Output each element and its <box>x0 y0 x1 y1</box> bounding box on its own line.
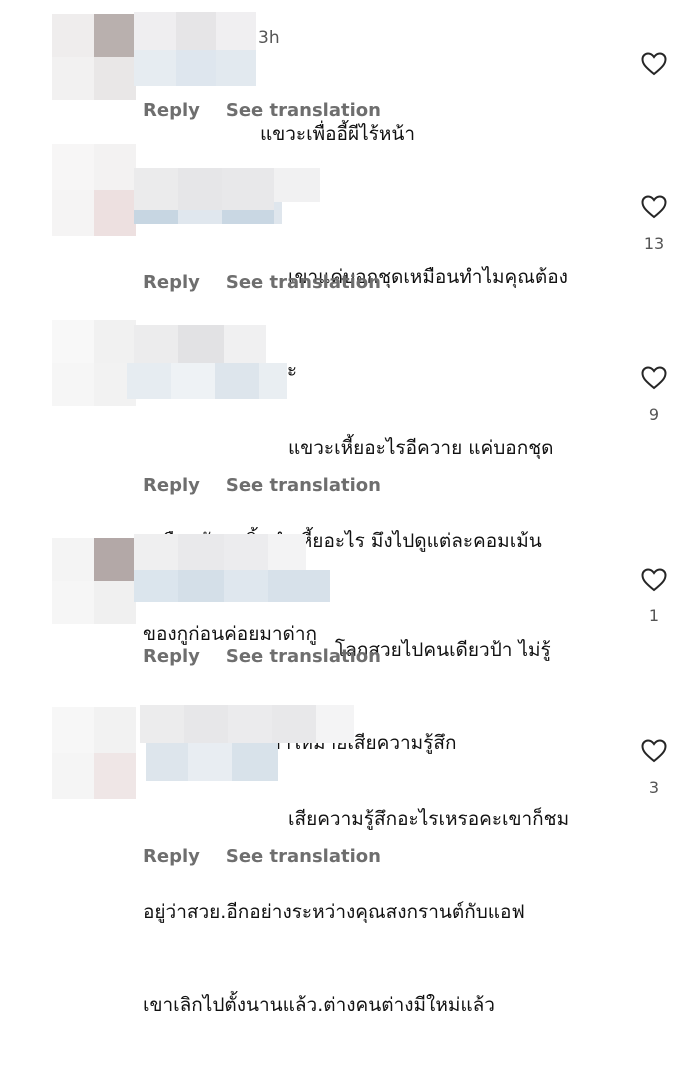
reply-button[interactable]: Reply <box>143 100 200 121</box>
like-count: 1 <box>648 606 660 625</box>
comment-text: เสียความรู้สึกอะไรเหรอคะเขาก็ชม อยู่ว่าส… <box>143 742 569 1083</box>
like-count: 13 <box>643 234 665 253</box>
heart-outline-icon[interactable] <box>641 568 667 592</box>
reply-button[interactable]: Reply <box>143 475 200 496</box>
see-translation-button[interactable]: See translation <box>226 646 381 667</box>
see-translation-button[interactable]: See translation <box>226 846 381 867</box>
comment-actions: Reply See translation <box>143 272 407 293</box>
heart-outline-icon[interactable] <box>641 52 667 76</box>
reply-button[interactable]: Reply <box>143 272 200 293</box>
username-censored[interactable] <box>134 12 256 86</box>
timestamp: 3h <box>258 28 280 48</box>
comment-actions: Reply See translation <box>143 846 407 867</box>
comment-line: แขวะเหี้ยอะไรอีควาย แค่บอกชุด <box>288 437 554 459</box>
comment-actions: Reply See translation <box>143 475 407 496</box>
comment-item: โลกสวยไปคนเดียวป้า ไม่รู้ หรอมันต้องการท… <box>0 530 700 754</box>
like-count: 9 <box>648 405 660 424</box>
comment-line: อยู่ว่าสวย.อีกอย่างระหว่างคุณสงกรานต์กับ… <box>143 901 525 923</box>
like-count: 3 <box>648 778 660 797</box>
reply-button[interactable]: Reply <box>143 846 200 867</box>
comment-line: เขาเลิกไปตั้งนานแล้ว.ต่างคนต่างมีใหม่แล้… <box>143 994 495 1016</box>
comment-actions: Reply See translation <box>143 646 407 667</box>
heart-outline-icon[interactable] <box>641 366 667 390</box>
see-translation-button[interactable]: See translation <box>226 100 381 121</box>
comment-item: เขาแค่บอกชุดเหมือนทำไมคุณต้อง อารมณ์ร้อน… <box>0 140 700 381</box>
comment-item: เสียความรู้สึกอะไรเหรอคะเขาก็ชม อยู่ว่าส… <box>0 705 700 1016</box>
see-translation-button[interactable]: See translation <box>226 475 381 496</box>
avatar[interactable] <box>52 707 136 799</box>
comment-item: แขวะเหี้ยอะไรอีควาย แค่บอกชุด เหมือนกันจ… <box>0 315 700 645</box>
avatar[interactable] <box>52 320 136 406</box>
heart-outline-icon[interactable] <box>641 739 667 763</box>
avatar[interactable] <box>52 144 136 236</box>
comment-item: 3h แขวะเพื่ออี้ผีไร้หน้า Reply See transl… <box>0 0 700 145</box>
see-translation-button[interactable]: See translation <box>226 272 381 293</box>
avatar[interactable] <box>52 538 136 624</box>
comment-line: เสียความรู้สึกอะไรเหรอคะเขาก็ชม <box>288 808 570 830</box>
heart-outline-icon[interactable] <box>641 195 667 219</box>
comment-actions: Reply See translation <box>143 100 407 121</box>
reply-button[interactable]: Reply <box>143 646 200 667</box>
avatar[interactable] <box>52 14 136 100</box>
